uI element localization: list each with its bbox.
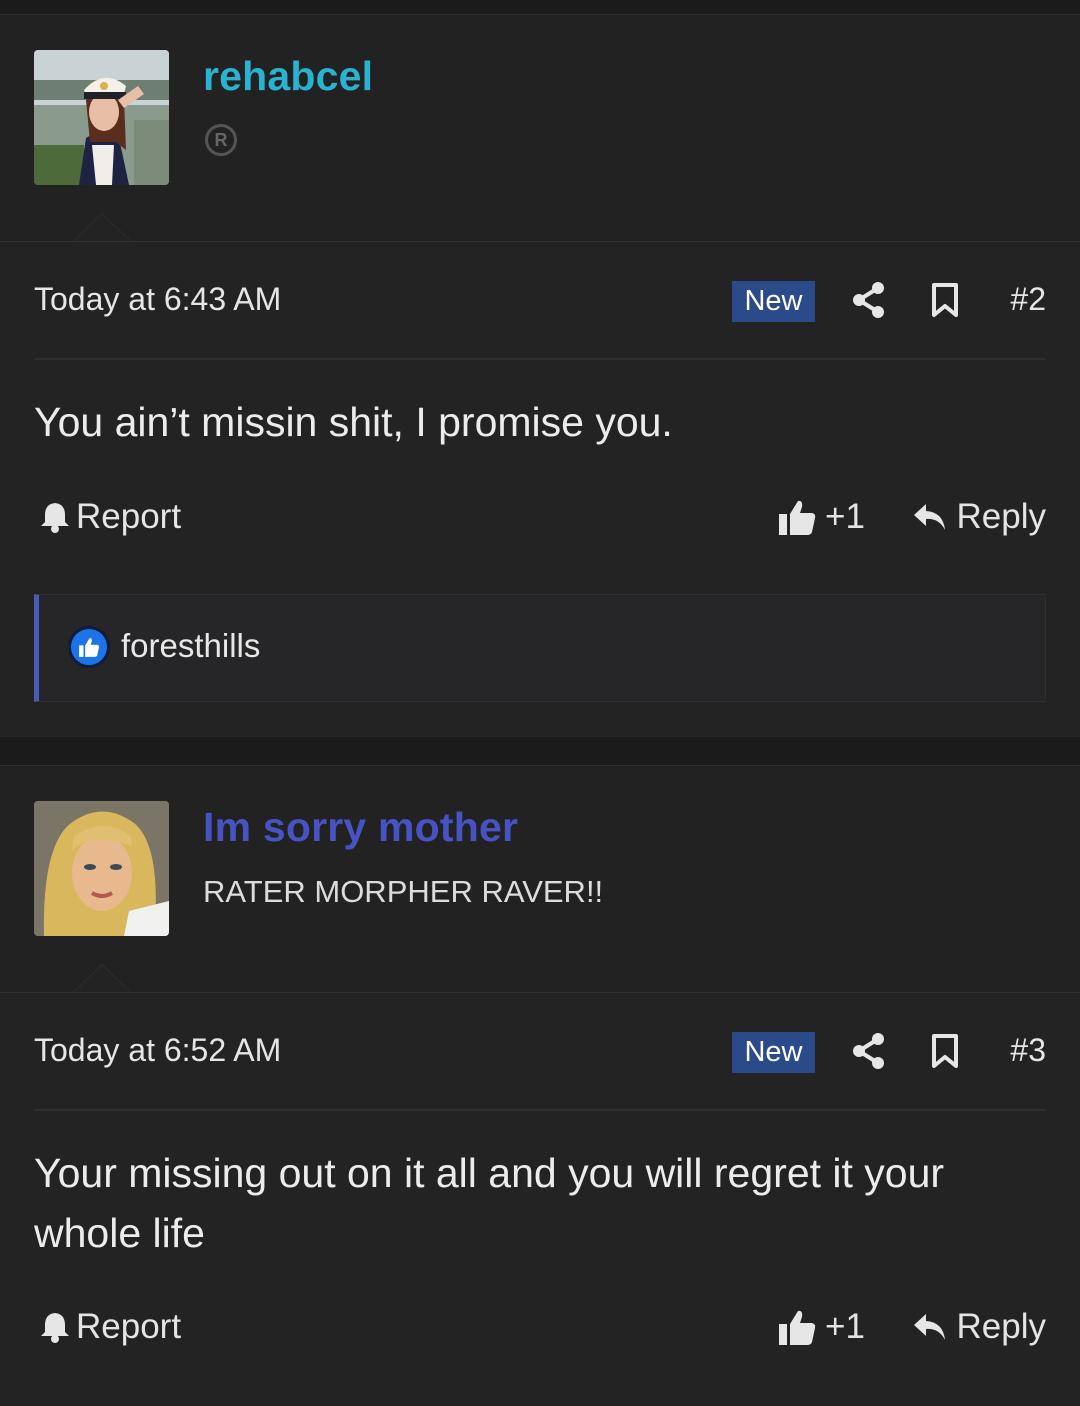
report-label: Report — [76, 1307, 182, 1346]
new-badge: New — [732, 281, 815, 322]
reply-icon — [913, 1314, 945, 1340]
reply-label: Reply — [956, 1307, 1046, 1346]
username[interactable]: Im sorry mother — [203, 804, 518, 851]
like-button[interactable]: +1 — [777, 1307, 865, 1347]
post-body: You ain’t missin shit, I promise you. — [34, 399, 673, 445]
post: rehabcel R Today at 6:43 AM New #2 You a… — [0, 14, 1080, 737]
like-count: +1 — [825, 497, 865, 536]
thumbs-up-icon — [779, 500, 816, 535]
post-number[interactable]: #3 — [1010, 1032, 1046, 1069]
user-title: RATER MORPHER RAVER!! — [203, 874, 604, 909]
new-badge: New — [732, 1032, 815, 1073]
like-button[interactable]: +1 — [777, 497, 865, 537]
post-meta: Today at 6:52 AM New #3 — [34, 1028, 1046, 1074]
share-icon[interactable] — [852, 1032, 886, 1070]
post-body: Your missing out on it all and you will … — [34, 1150, 945, 1256]
reply-button[interactable]: Reply — [913, 497, 1046, 537]
username[interactable]: rehabcel — [203, 53, 373, 100]
bell-icon — [41, 503, 69, 533]
divider — [0, 992, 1080, 993]
avatar[interactable] — [34, 50, 169, 185]
user-arrow — [72, 964, 132, 993]
like-count: +1 — [825, 1307, 865, 1346]
reply-label: Reply — [956, 497, 1046, 536]
avatar[interactable] — [34, 801, 169, 936]
avatar-image — [34, 801, 169, 936]
reply-button[interactable]: Reply — [913, 1307, 1046, 1347]
bell-icon — [41, 1313, 69, 1343]
divider — [0, 241, 1080, 242]
post-number[interactable]: #2 — [1010, 281, 1046, 318]
report-button[interactable]: Report — [40, 497, 181, 537]
reply-icon — [913, 504, 945, 530]
post-actions: Report +1 Reply — [34, 497, 1046, 547]
bookmark-icon[interactable] — [931, 282, 959, 318]
avatar-image — [34, 50, 169, 185]
report-label: Report — [76, 497, 182, 536]
reactions-bar[interactable]: foresthills — [34, 594, 1046, 702]
share-icon[interactable] — [852, 281, 886, 319]
divider — [34, 358, 1046, 360]
post-user-block: Im sorry mother RATER MORPHER RAVER!! — [0, 766, 1080, 993]
report-button[interactable]: Report — [40, 1307, 181, 1347]
post-user-block: rehabcel R — [0, 15, 1080, 242]
post-meta: Today at 6:43 AM New #2 — [34, 277, 1046, 323]
reaction-users[interactable]: foresthills — [121, 627, 260, 665]
user-arrow — [72, 213, 132, 242]
post-actions: Report +1 Reply — [34, 1307, 1046, 1357]
thumbs-up-icon — [779, 1310, 816, 1345]
registered-badge-icon: R — [205, 124, 237, 156]
post: Im sorry mother RATER MORPHER RAVER!! To… — [0, 765, 1080, 1406]
divider — [34, 1109, 1046, 1111]
bookmark-icon[interactable] — [931, 1033, 959, 1069]
like-reaction-icon — [68, 626, 110, 668]
post-timestamp[interactable]: Today at 6:43 AM — [34, 281, 281, 318]
post-timestamp[interactable]: Today at 6:52 AM — [34, 1032, 281, 1069]
